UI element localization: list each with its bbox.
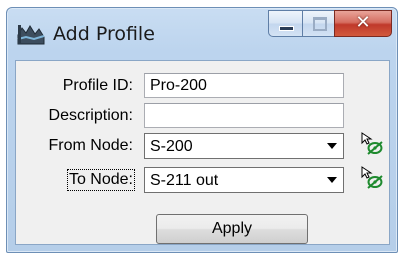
to-node-value: S-211 out [150,172,219,189]
close-button[interactable]: ✕ [334,10,392,37]
from-node-value: S-200 [150,138,193,155]
from-node-select[interactable]: S-200 [144,133,344,159]
add-profile-window: Add Profile ✕ Profile ID: Pro-200 Descri… [6,7,398,253]
to-node-row: To Node: S-211 out [16,165,389,195]
title-bar[interactable]: Add Profile ✕ [7,8,397,60]
profile-app-icon [17,25,45,45]
dialog-body: Profile ID: Pro-200 Description: From No… [15,60,390,245]
node-pick-icon[interactable] [359,165,385,191]
from-node-row: From Node: S-200 [16,131,389,161]
to-node-select[interactable]: S-211 out [144,167,344,193]
from-node-label: From Node: [48,137,133,154]
profile-id-label: Profile ID: [62,77,133,94]
chevron-down-icon[interactable] [327,143,337,149]
minimize-icon [279,26,294,31]
maximize-button[interactable] [302,10,334,37]
profile-id-row: Profile ID: Pro-200 [16,71,389,101]
apply-button[interactable]: Apply [156,214,308,244]
caption-buttons: ✕ [268,10,392,37]
chevron-down-icon[interactable] [327,177,337,183]
description-row: Description: [16,101,389,131]
minimize-button[interactable] [268,10,302,37]
close-icon: ✕ [355,12,371,33]
window-title: Add Profile [53,23,155,45]
description-input[interactable] [144,103,344,128]
to-node-label: To Node: [66,169,136,191]
description-label: Description: [48,107,133,124]
node-pick-icon[interactable] [359,131,385,157]
maximize-icon [313,17,327,31]
profile-id-input[interactable]: Pro-200 [144,73,344,98]
